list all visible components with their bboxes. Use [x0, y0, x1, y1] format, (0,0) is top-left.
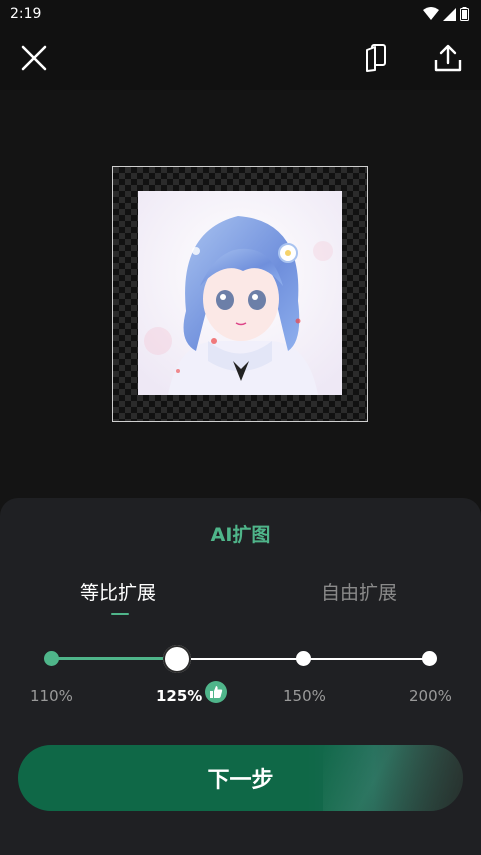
next-step-label: 下一步 [207, 768, 274, 793]
status-bar: 2:19 [0, 0, 481, 30]
scale-slider-thumb[interactable] [163, 645, 191, 673]
status-icons [423, 7, 469, 21]
scale-node-150[interactable] [296, 651, 311, 666]
panel-title: AI扩图 [210, 524, 271, 546]
thumbs-up-icon [205, 681, 227, 703]
compare-button[interactable] [356, 38, 396, 78]
tab-proportional[interactable]: 等比扩展 [80, 578, 156, 605]
share-button[interactable] [428, 38, 468, 78]
status-time: 2:19 [10, 6, 42, 22]
wifi-icon [423, 7, 439, 20]
scale-label-150[interactable]: 150% [283, 687, 326, 705]
scale-label-200[interactable]: 200% [409, 687, 452, 705]
signal-icon [443, 7, 456, 21]
scale-node-110[interactable] [44, 651, 59, 666]
share-icon [434, 44, 462, 72]
scale-label-110[interactable]: 110% [30, 687, 73, 705]
next-step-button[interactable]: 下一步 [18, 745, 463, 811]
scale-node-200[interactable] [422, 651, 437, 666]
tab-free[interactable]: 自由扩展 [321, 578, 397, 605]
battery-icon [460, 7, 469, 21]
button-sheen [323, 745, 463, 811]
tab-underline [111, 613, 129, 615]
compare-icon [366, 44, 386, 72]
close-icon [21, 45, 47, 71]
scale-slider-progress [51, 657, 177, 660]
top-toolbar [0, 30, 481, 90]
scale-label-125[interactable]: 125% [156, 687, 202, 705]
close-button[interactable] [14, 38, 54, 78]
source-image [138, 191, 342, 395]
